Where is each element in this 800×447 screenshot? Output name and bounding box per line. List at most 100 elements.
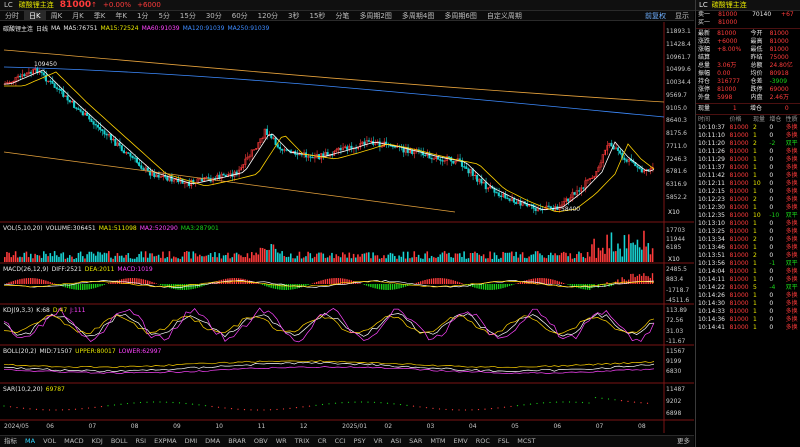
tick-row[interactable]: 10:12:35 81000 10 -10 双平: [696, 212, 800, 220]
stats-row[interactable]: 振幅 0.00 均价 80918: [696, 70, 800, 78]
tick-row[interactable]: 10:14:30 81000 1 0 多换: [696, 300, 800, 308]
period-tab[interactable]: 月K: [67, 11, 89, 21]
period-tab[interactable]: 周K: [46, 11, 68, 21]
tick-row[interactable]: 10:13:25 81000 1 0 多换: [696, 228, 800, 236]
axis-tick-label: 8640.3: [666, 117, 687, 125]
macd-bar: [279, 284, 281, 290]
tick-row[interactable]: 10:14:41 81000 1 0 多换: [696, 324, 800, 332]
tick-row[interactable]: 10:11:42 81000 1 0 多换: [696, 172, 800, 180]
indicator-tab[interactable]: EMV: [450, 436, 472, 447]
period-tab[interactable]: 30分: [201, 11, 227, 21]
period-tab[interactable]: 60分: [227, 11, 253, 21]
period-tab[interactable]: 多周期6图: [439, 11, 481, 21]
stats-row[interactable]: 总量 3.06万 总额 24.80亿: [696, 62, 800, 70]
indicator-tab[interactable]: VR: [370, 436, 387, 447]
indicator-tab[interactable]: DMA: [201, 436, 224, 447]
indicator-tab[interactable]: MCST: [513, 436, 539, 447]
quote-row-cell: +67: [781, 11, 794, 18]
sar-dot: [601, 397, 603, 399]
tick-row[interactable]: 10:14:36 81000 1 0 多换: [696, 316, 800, 324]
period-tab[interactable]: 15秒: [305, 11, 331, 21]
ratio-row[interactable]: 现量 1 增仓 0: [696, 105, 800, 113]
indicator-tab[interactable]: TRIX: [291, 436, 314, 447]
tick-row[interactable]: 10:14:26 81000 1 0 多换: [696, 292, 800, 300]
tick-row[interactable]: 10:11:20 81000 2 -2 双平: [696, 140, 800, 148]
indicator-tab[interactable]: CR: [314, 436, 331, 447]
chart-area[interactable]: 碳酸锂主连 日线 MA MA5:76751 MA15:72524 MA60:91…: [0, 22, 694, 433]
indicator-tab[interactable]: EXPMA: [150, 436, 181, 447]
tick-row[interactable]: 10:10:37 81000 2 0 多换: [696, 124, 800, 132]
tick-row[interactable]: 10:11:10 81000 1 0 多换: [696, 132, 800, 140]
adjust-dropdown[interactable]: 前复权: [641, 11, 670, 21]
tick-row[interactable]: 10:13:34 81000 2 0 多换: [696, 236, 800, 244]
period-tab[interactable]: 3秒: [283, 11, 304, 21]
tick-row[interactable]: 10:13:56 81000 1 -1 双平: [696, 260, 800, 268]
indicator-tab[interactable]: FSL: [494, 436, 513, 447]
period-tab[interactable]: 5分: [153, 11, 174, 21]
period-tab[interactable]: 自定义周期: [482, 11, 527, 21]
indicator-tab[interactable]: DMI: [181, 436, 202, 447]
tick-row[interactable]: 10:13:10 81000 1 0 多换: [696, 220, 800, 228]
quote-row[interactable]: 买一 81000: [696, 19, 800, 27]
period-tab[interactable]: 多周期4图: [397, 11, 439, 21]
tick-row[interactable]: 10:12:30 81000 1 0 多换: [696, 204, 800, 212]
tick-row[interactable]: 10:13:46 81000 1 0 多换: [696, 244, 800, 252]
indicator-tab[interactable]: SAR: [405, 436, 426, 447]
indicator-tab[interactable]: CCI: [331, 436, 350, 447]
indicator-tab[interactable]: WR: [272, 436, 291, 447]
tick-row[interactable]: 10:14:11 81000 1 0 多换: [696, 276, 800, 284]
tick-row[interactable]: 10:11:26 81000 1 0 多换: [696, 148, 800, 156]
period-tab[interactable]: 多周期2图: [354, 11, 396, 21]
indicator-tab[interactable]: ROC: [472, 436, 494, 447]
stats-row[interactable]: 最新 81000 今开 81000: [696, 30, 800, 38]
stats-row[interactable]: 外盘 5998 内盘 2.46万: [696, 94, 800, 102]
tick-row[interactable]: 10:11:37 81000 1 0 多换: [696, 164, 800, 172]
stats-row[interactable]: 涨幅 +8.00% 最低 81000: [696, 46, 800, 54]
volume-bar: [480, 256, 483, 262]
volume-bar: [140, 251, 143, 262]
sar-dot: [581, 401, 584, 404]
display-dropdown[interactable]: 显示: [670, 11, 694, 21]
period-tab[interactable]: 分笔: [330, 11, 354, 21]
indicator-tab[interactable]: 指标: [0, 436, 21, 447]
indicator-tab[interactable]: OBV: [250, 436, 272, 447]
indicator-tab[interactable]: MACD: [60, 436, 87, 447]
indicator-tab[interactable]: MTM: [426, 436, 449, 447]
quote-row[interactable]: 卖一 81000 70140 +67: [696, 11, 800, 19]
tick-table: 时间 价格 现量 增仓 性质 10:10:37 81000 2 0 多换 10:11:10 81000…: [696, 116, 800, 332]
indicator-tab[interactable]: RSI: [132, 436, 151, 447]
macd-bar: [396, 284, 398, 290]
indicator-tab[interactable]: KDJ: [88, 436, 107, 447]
period-tab[interactable]: 日K: [24, 10, 46, 21]
more-indicators-button[interactable]: 更多: [673, 436, 694, 447]
stats-row[interactable]: 涨停 81000 跌停 69000: [696, 86, 800, 94]
period-tab[interactable]: 120分: [253, 11, 283, 21]
tick-row[interactable]: 10:14:04 81000 1 0 多换: [696, 268, 800, 276]
macd-bar: [428, 278, 431, 284]
tick-row[interactable]: 10:12:15 81000 1 0 多换: [696, 188, 800, 196]
tick-row[interactable]: 10:14:22 81000 5 -4 双平: [696, 284, 800, 292]
indicator-tab[interactable]: VOL: [39, 436, 60, 447]
stats-row[interactable]: 持仓 316777 仓差 -3909: [696, 78, 800, 86]
indicator-tab[interactable]: BRAR: [224, 436, 250, 447]
stats-row[interactable]: 结算 昨结 75000: [696, 54, 800, 62]
period-tab[interactable]: 年K: [110, 11, 132, 21]
candle: [118, 142, 121, 146]
period-tab[interactable]: 季K: [89, 11, 111, 21]
indicator-tab[interactable]: PSY: [350, 436, 370, 447]
tick-row[interactable]: 10:12:23 81000 2 0 多换: [696, 196, 800, 204]
indicator-tab[interactable]: MA: [21, 436, 39, 447]
indicator-tab[interactable]: BOLL: [107, 436, 132, 447]
period-tab[interactable]: 1分: [132, 11, 153, 21]
indicator-tab[interactable]: ASI: [387, 436, 406, 447]
sar-dot: [458, 409, 460, 411]
period-tab[interactable]: 15分: [175, 11, 201, 21]
tick-row[interactable]: 10:13:51 81000 2 0 多换: [696, 252, 800, 260]
volume-bar: [272, 244, 275, 262]
tick-row[interactable]: 10:11:29 81000 1 0 多换: [696, 156, 800, 164]
tick-row[interactable]: 10:14:33 81000 1 0 多换: [696, 308, 800, 316]
volume-bar: [151, 253, 153, 262]
tick-row[interactable]: 10:12:11 81000 10 0 多换: [696, 180, 800, 188]
stats-row[interactable]: 涨跌 +6000 最高 81000: [696, 38, 800, 46]
period-tab[interactable]: 分时: [0, 11, 24, 21]
